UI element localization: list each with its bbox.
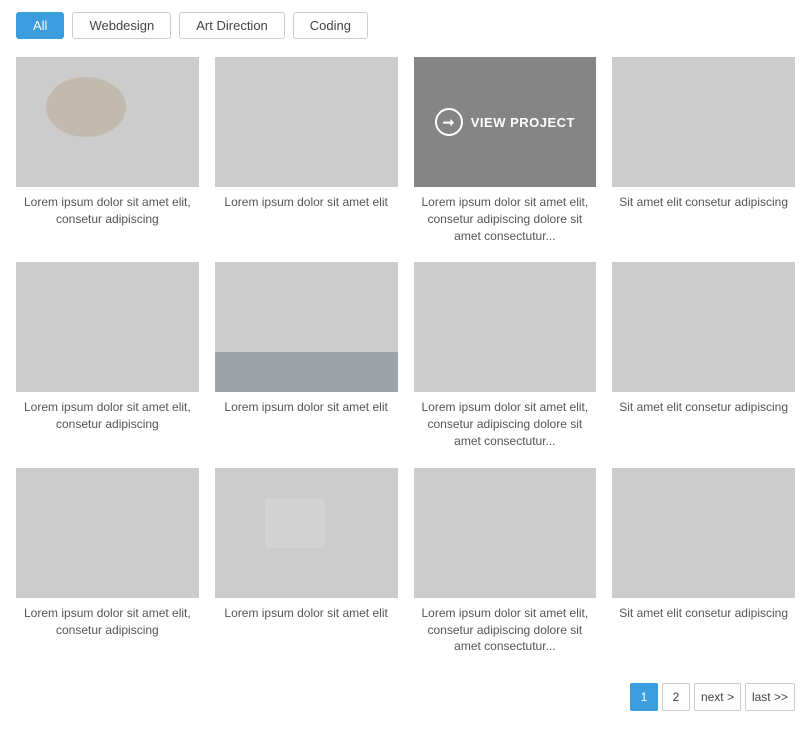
gallery-grid: Lorem ipsum dolor sit amet elit, consetu…: [16, 57, 795, 673]
gallery-caption: Lorem ipsum dolor sit amet elit, consetu…: [414, 605, 597, 655]
image-wrapper[interactable]: [612, 262, 795, 392]
gallery-item: Lorem ipsum dolor sit amet elit, consetu…: [16, 468, 199, 655]
image-wrapper[interactable]: [612, 468, 795, 598]
filter-btn-art-direction[interactable]: Art Direction: [179, 12, 285, 39]
image-wrapper[interactable]: [414, 262, 597, 392]
gallery-item: Lorem ipsum dolor sit amet elit: [215, 57, 398, 244]
gallery-item: Lorem ipsum dolor sit amet elit, consetu…: [16, 57, 199, 244]
view-project-button[interactable]: ➞ VIEW PROJECT: [435, 108, 575, 136]
arrow-right-icon: ➞: [435, 108, 463, 136]
image-wrapper[interactable]: [16, 57, 199, 187]
filter-btn-all[interactable]: All: [16, 12, 64, 39]
image-overlay[interactable]: ➞ VIEW PROJECT: [414, 57, 597, 187]
gallery-caption: Sit amet elit consetur adipiscing: [612, 399, 795, 416]
gallery-caption: Lorem ipsum dolor sit amet elit: [215, 194, 398, 211]
gallery-item: Lorem ipsum dolor sit amet elit: [215, 468, 398, 655]
filter-bar: All Webdesign Art Direction Coding: [16, 12, 795, 39]
image-wrapper[interactable]: [16, 468, 199, 598]
gallery-caption: Sit amet elit consetur adipiscing: [612, 194, 795, 211]
gallery-item: ➞ VIEW PROJECT Lorem ipsum dolor sit amet …: [414, 57, 597, 244]
gallery-caption: Lorem ipsum dolor sit amet elit, consetu…: [414, 194, 597, 244]
gallery-caption: Sit amet elit consetur adipiscing: [612, 605, 795, 622]
image-wrapper[interactable]: [612, 57, 795, 187]
gallery-item: Sit amet elit consetur adipiscing: [612, 57, 795, 244]
gallery-caption: Lorem ipsum dolor sit amet elit, consetu…: [414, 399, 597, 449]
gallery-item: Lorem ipsum dolor sit amet elit, consetu…: [414, 468, 597, 655]
view-project-label: VIEW PROJECT: [471, 115, 575, 130]
image-wrapper[interactable]: [16, 262, 199, 392]
gallery-caption: Lorem ipsum dolor sit amet elit, consetu…: [16, 194, 199, 228]
gallery-item: Lorem ipsum dolor sit amet elit, consetu…: [16, 262, 199, 449]
filter-btn-coding[interactable]: Coding: [293, 12, 368, 39]
image-wrapper[interactable]: [215, 262, 398, 392]
gallery-item: Sit amet elit consetur adipiscing: [612, 468, 795, 655]
gallery-item: Lorem ipsum dolor sit amet elit: [215, 262, 398, 449]
image-wrapper[interactable]: ➞ VIEW PROJECT: [414, 57, 597, 187]
gallery-item: Lorem ipsum dolor sit amet elit, consetu…: [414, 262, 597, 449]
image-wrapper[interactable]: [215, 57, 398, 187]
gallery-caption: Lorem ipsum dolor sit amet elit, consetu…: [16, 605, 199, 639]
gallery-caption: Lorem ipsum dolor sit amet elit: [215, 605, 398, 622]
gallery-caption: Lorem ipsum dolor sit amet elit: [215, 399, 398, 416]
gallery-item: Sit amet elit consetur adipiscing: [612, 262, 795, 449]
filter-btn-webdesign[interactable]: Webdesign: [72, 12, 171, 39]
gallery-caption: Lorem ipsum dolor sit amet elit, consetu…: [16, 399, 199, 433]
image-wrapper[interactable]: [215, 468, 398, 598]
image-wrapper[interactable]: [414, 468, 597, 598]
